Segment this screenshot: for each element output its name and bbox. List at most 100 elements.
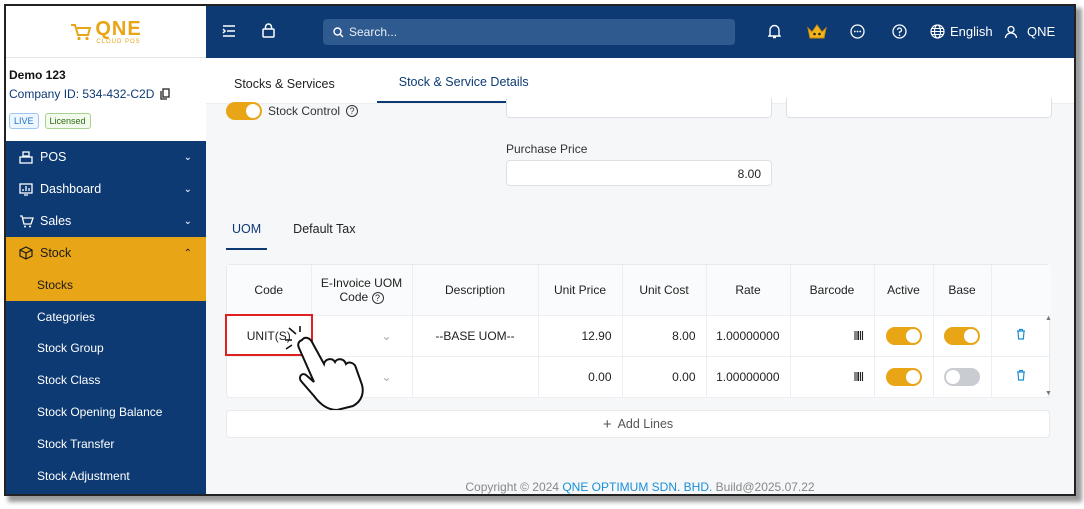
copy-icon[interactable] [160, 88, 171, 100]
column-header-unit-cost: Unit Cost [622, 265, 707, 316]
sidebar-item-label: POS [40, 150, 67, 164]
chat-icon[interactable] [850, 24, 865, 39]
stock-control-toggle[interactable] [226, 102, 262, 120]
copyright-icon: © [520, 480, 529, 494]
active-cell [874, 315, 934, 357]
unit-price-cell[interactable]: 0.00 [538, 356, 623, 398]
barcode-cell[interactable] [790, 356, 875, 398]
actions-cell [991, 356, 1051, 398]
sidebar-subitem-stock-opening-balance[interactable]: Stock Opening Balance [6, 396, 206, 428]
live-badge: LIVE [9, 113, 39, 129]
help-icon[interactable] [892, 24, 907, 39]
description-cell[interactable]: --BASE UOM-- [412, 315, 539, 357]
stock-control-row: Stock Control ? [226, 102, 359, 120]
tab-uom[interactable]: UOM [226, 222, 268, 250]
user-name: QNE [1027, 24, 1056, 39]
actions-cell [991, 315, 1051, 357]
unit-price-cell[interactable]: 12.90 [538, 315, 623, 357]
active-toggle[interactable] [885, 367, 922, 386]
add-lines-label: Add Lines [617, 417, 674, 431]
purchase-price-field[interactable]: 8.00 [506, 160, 772, 186]
sidebar-item-label: Stock [40, 246, 72, 260]
column-header-einvoice: E-Invoice UOM Code ? [311, 265, 413, 316]
add-lines-button[interactable]: + Add Lines [226, 410, 1050, 438]
chevron-down-icon: ⌄ [183, 151, 192, 163]
cart-icon [18, 214, 34, 228]
base-toggle[interactable] [944, 367, 980, 386]
footer: Copyright © 2024 QNE OPTIMUM SDN. BHD. B… [206, 480, 1074, 494]
sidebar-subitem-stock-class[interactable]: Stock Class [6, 364, 206, 396]
sidebar-subitem-stock-adjustment[interactable]: Stock Adjustment [6, 460, 206, 492]
description-cell[interactable] [412, 356, 539, 398]
sidebar-subitem-stock-group[interactable]: Stock Group [6, 333, 206, 365]
sidebar-item-pos[interactable]: POS ⌄ [6, 141, 206, 173]
chevron-down-icon: ⌄ [381, 369, 392, 384]
barcode-icon[interactable] [853, 330, 864, 340]
company-panel: Demo 123 Company ID: 534-432-C2D LIVE Li… [6, 58, 206, 141]
column-header-barcode: Barcode [790, 265, 875, 316]
app-window: QNE CLOUD POS Demo 123 Company ID: 534-4… [4, 4, 1076, 496]
user-menu[interactable]: QNE [1004, 24, 1055, 39]
unit-cost-cell[interactable]: 0.00 [622, 356, 707, 398]
box-icon [18, 246, 34, 260]
sidebar: QNE CLOUD POS Demo 123 Company ID: 534-4… [6, 6, 206, 494]
active-toggle[interactable] [885, 326, 922, 345]
qne-logo: QNE CLOUD POS [70, 19, 141, 45]
build-label: Build@2025.07.22 [715, 480, 815, 494]
column-header-code: Code [227, 265, 312, 316]
search-input[interactable]: Search... [323, 19, 735, 45]
logo-sub-text: CLOUD POS [96, 38, 141, 45]
lock-icon[interactable] [262, 23, 275, 38]
uom-tabs: UOM Default Tax [226, 222, 355, 250]
licensed-badge: Licensed [44, 113, 91, 129]
sidebar-subitem-stock-transfer[interactable]: Stock Transfer [6, 428, 206, 460]
chevron-down-icon: ⌄ [183, 215, 192, 227]
bell-icon[interactable] [768, 24, 781, 39]
sidebar-item-dashboard[interactable]: Dashboard ⌄ [6, 173, 206, 205]
search-placeholder: Search... [349, 25, 398, 39]
sidebar-item-stock[interactable]: Stock ⌃ [6, 237, 206, 269]
copyright-label: Copyright [465, 480, 517, 494]
collapse-menu-icon[interactable] [222, 25, 236, 37]
column-header-description: Description [412, 265, 539, 316]
sidebar-subitem-categories[interactable]: Categories [6, 301, 206, 333]
chevron-down-icon: ⌄ [183, 183, 192, 195]
base-cell [933, 315, 992, 357]
sidebar-item-label: Dashboard [40, 182, 102, 196]
column-header-rate: Rate [706, 265, 791, 316]
upper-field-left[interactable] [506, 98, 772, 118]
trash-icon[interactable] [1016, 328, 1026, 340]
barcode-icon[interactable] [853, 371, 864, 381]
crown-icon[interactable] [806, 23, 828, 40]
column-header-unit-price: Unit Price [538, 265, 623, 316]
company-link[interactable]: QNE OPTIMUM SDN. BHD. [562, 480, 712, 494]
tab-default-tax[interactable]: Default Tax [293, 222, 355, 250]
company-id: Company ID: 534-432-C2D [9, 87, 155, 101]
trash-icon[interactable] [1016, 369, 1026, 381]
unit-cost-cell[interactable]: 8.00 [622, 315, 707, 357]
barcode-cell[interactable] [790, 315, 875, 357]
upper-field-right[interactable] [786, 98, 1052, 118]
column-header-base: Base [933, 265, 992, 316]
chart-icon [18, 182, 34, 196]
purchase-price-label: Purchase Price [506, 142, 588, 156]
search-icon [333, 26, 344, 37]
help-icon[interactable]: ? [371, 291, 384, 304]
base-cell [933, 356, 992, 398]
rate-cell[interactable]: 1.00000000 [706, 356, 791, 398]
main-panel: Stocks & Services Stock & Service Detail… [206, 58, 1074, 494]
help-icon[interactable]: ? [346, 105, 359, 117]
logo-main-text: QNE [95, 17, 142, 40]
logo-area[interactable]: QNE CLOUD POS [6, 6, 206, 58]
cart-logo-icon [71, 23, 92, 40]
table-scrollbar[interactable]: ▲ ▼ [1045, 315, 1053, 397]
table-header-row: Code E-Invoice UOM Code ? Description Un… [227, 265, 1051, 316]
rate-cell[interactable]: 1.00000000 [706, 315, 791, 357]
plus-icon: + [602, 415, 612, 433]
base-toggle[interactable] [944, 326, 980, 345]
sidebar-item-sales[interactable]: Sales ⌄ [6, 205, 206, 237]
tab-stocks-services[interactable]: Stocks & Services [234, 77, 355, 103]
language-selector[interactable]: English [930, 24, 993, 39]
stock-control-label: Stock Control [268, 104, 341, 118]
sidebar-subitem-stocks[interactable]: Stocks [6, 269, 206, 301]
